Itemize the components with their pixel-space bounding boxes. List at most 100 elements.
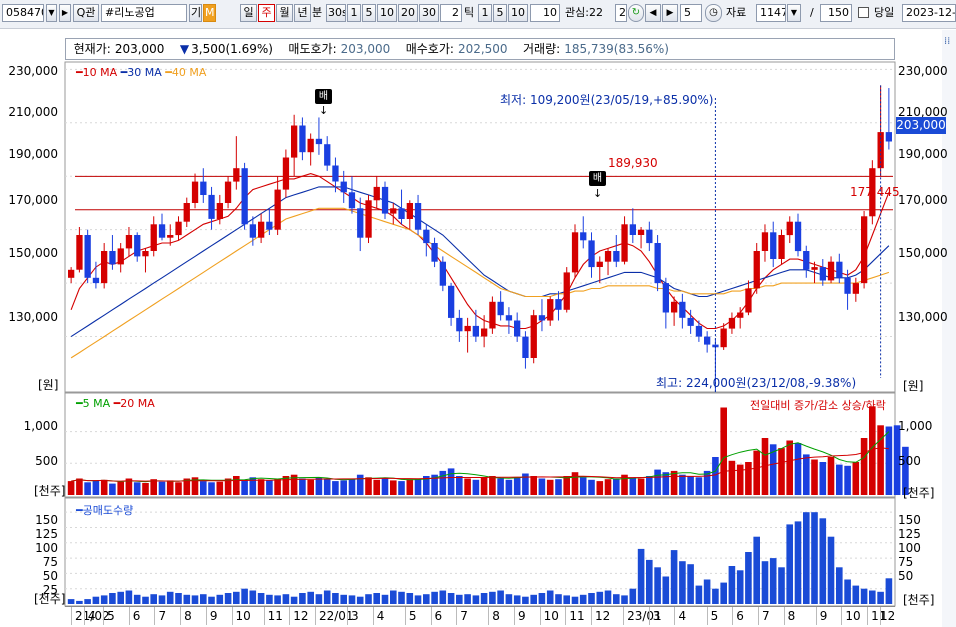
- volume-bar: [208, 482, 215, 495]
- volume-bar: [158, 481, 166, 495]
- candle-body: [291, 125, 298, 158]
- x-tick-label: 3: [652, 609, 661, 623]
- x-tick-label: 9: [819, 609, 828, 623]
- short-bar: [637, 548, 645, 604]
- candle-body: [745, 288, 752, 313]
- x-tick-mark: [783, 607, 785, 625]
- candle-body: [92, 277, 100, 284]
- short-label-50: 50: [42, 569, 58, 583]
- short-bar: [728, 566, 736, 604]
- volume-bar: [736, 464, 744, 495]
- short-bar: [803, 512, 810, 604]
- candle-body: [489, 301, 496, 329]
- volume-bar: [117, 481, 124, 495]
- candle-body: [555, 299, 562, 310]
- volume-bar: [299, 478, 306, 495]
- short-bar: [596, 591, 604, 604]
- candle-body: [811, 267, 818, 270]
- volume-bar: [794, 443, 802, 495]
- candle-body: [357, 208, 364, 238]
- short-legend-swatch: ━: [76, 504, 83, 517]
- x-tick-mark: [430, 607, 432, 625]
- short-bar: [563, 595, 570, 604]
- short-bar: [84, 599, 91, 604]
- candle-body: [249, 224, 256, 238]
- x-tick-label: 9: [209, 609, 218, 623]
- y-right-130000: 130,000: [898, 310, 948, 324]
- short-bar: [447, 593, 455, 604]
- short-bar: [381, 594, 389, 604]
- short-bar: [753, 536, 760, 604]
- short-bar: [629, 588, 637, 604]
- x-tick-label: 6: [736, 609, 744, 623]
- x-tick-mark: [103, 607, 105, 625]
- vol-unit-right: [천주]: [903, 486, 935, 500]
- volume-mode-legend: 전일대비 증가/감소 상승/하락: [750, 399, 886, 412]
- x-tick-mark: [591, 607, 593, 625]
- short-bar: [332, 593, 339, 604]
- candle-body: [142, 251, 149, 257]
- volume-bar: [92, 480, 100, 495]
- candle-body: [827, 261, 835, 281]
- x-tick-label: 5: [107, 609, 115, 623]
- volume-bar: [472, 479, 480, 495]
- short-bar: [869, 590, 876, 604]
- short-bar: [323, 590, 331, 604]
- candle-body: [505, 315, 513, 321]
- volume-bar: [332, 481, 339, 495]
- signal-badge-1[interactable]: 배: [315, 89, 332, 104]
- x-tick-mark: [648, 607, 650, 625]
- stock-chart[interactable]: [0, 0, 956, 627]
- candle-body: [621, 224, 628, 262]
- candle-body: [258, 221, 265, 238]
- volume-bar: [778, 448, 785, 495]
- short-bar: [654, 567, 661, 604]
- volume-bar: [687, 476, 694, 495]
- short-bar: [67, 599, 75, 604]
- short-bar: [621, 595, 628, 604]
- x-tick-label: 12: [595, 609, 611, 623]
- candle-body: [224, 181, 232, 203]
- volume-bar: [356, 474, 364, 495]
- short-bar: [76, 600, 83, 604]
- short-bar: [794, 521, 802, 604]
- x-tick-label: 5: [710, 609, 719, 623]
- volume-bar: [670, 470, 678, 495]
- volume-bar: [885, 426, 893, 495]
- candle-body: [547, 299, 554, 321]
- short-right-75: 75: [898, 555, 914, 569]
- volume-bar: [530, 476, 537, 495]
- level-177445-label: 177,445: [850, 185, 900, 199]
- short-bar: [522, 596, 529, 604]
- x-tick-label: 7: [460, 609, 468, 623]
- x-tick-label: 11: [569, 609, 585, 623]
- short-bar: [844, 579, 851, 604]
- y-label-230000: 230,000: [8, 64, 58, 78]
- candle-body: [596, 261, 603, 267]
- x-tick-mark: [706, 607, 708, 625]
- ma40-legend-swatch: ━: [165, 66, 172, 79]
- short-bar: [546, 590, 554, 604]
- short-legend-label: 공매도수량: [82, 504, 134, 517]
- short-bar: [158, 595, 166, 604]
- short-unit-right: [천주]: [903, 593, 935, 607]
- short-bar: [216, 594, 224, 604]
- volume-bar: [745, 462, 752, 495]
- volume-bar: [753, 450, 760, 495]
- candle-body: [125, 235, 133, 249]
- candle-body: [101, 251, 108, 284]
- candle-body: [588, 240, 595, 268]
- candle-body: [885, 132, 892, 142]
- candle-body: [580, 232, 587, 241]
- x-tick-label: 12: [880, 609, 896, 623]
- volume-bar: [381, 478, 389, 495]
- candle-body: [134, 235, 141, 257]
- short-bar: [695, 585, 703, 604]
- volume-bar: [852, 462, 860, 495]
- short-bar: [365, 594, 372, 604]
- signal-badge-2[interactable]: 배: [589, 171, 606, 186]
- candle-body: [398, 208, 405, 219]
- volume-bar: [695, 477, 703, 495]
- volume-bar: [836, 464, 843, 495]
- volume-bar: [84, 482, 91, 495]
